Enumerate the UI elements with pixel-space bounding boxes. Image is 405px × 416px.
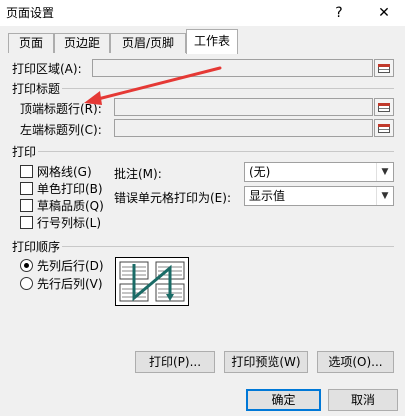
title-cols-label: 左端标题列(C): (20, 123, 102, 137)
tab-margins[interactable]: 页边距 (54, 33, 110, 54)
over-then-down-radio[interactable] (20, 277, 33, 290)
tab-sheet[interactable]: 工作表 (186, 29, 238, 54)
comments-dropdown[interactable]: (无) ▼ (244, 162, 394, 182)
options-button[interactable]: 选项(O)... (317, 351, 394, 373)
cell-errors-label: 错误单元格打印为(E): (114, 191, 231, 205)
print-titles-section-label: 打印标题 (12, 82, 61, 96)
page-order-separator (62, 246, 394, 247)
print-preview-button[interactable]: 打印预览(W) (224, 351, 308, 373)
page-order-section-label: 打印顺序 (12, 240, 61, 254)
draft-quality-label: 草稿品质(Q) (37, 199, 104, 213)
black-white-label: 单色打印(B) (37, 182, 103, 196)
close-button[interactable]: ✕ (365, 0, 403, 26)
comments-value: (无) (249, 165, 271, 179)
help-button[interactable]: ? (320, 0, 358, 26)
down-then-over-label: 先列后行(D) (37, 259, 104, 273)
print-section-label: 打印 (12, 145, 37, 159)
page-order-diagram-icon (119, 261, 185, 302)
title-cols-select-button[interactable] (374, 119, 394, 137)
page-order-preview (115, 257, 189, 306)
ok-button[interactable]: 确定 (246, 389, 321, 411)
comments-label: 批注(M): (114, 167, 162, 181)
row-col-headers-label: 行号列标(L) (37, 216, 102, 230)
down-then-over-radio[interactable] (20, 259, 33, 272)
print-separator (38, 151, 394, 152)
title-rows-select-button[interactable] (374, 98, 394, 116)
row-col-headers-checkbox[interactable] (20, 216, 33, 229)
chevron-down-icon: ▼ (376, 163, 393, 181)
cancel-button[interactable]: 取消 (328, 389, 398, 411)
draft-quality-checkbox[interactable] (20, 199, 33, 212)
dialog-title: 页面设置 (6, 6, 55, 20)
tab-page[interactable]: 页面 (8, 33, 54, 54)
title-cols-input[interactable] (114, 119, 373, 137)
cell-errors-value: 显示值 (249, 189, 286, 203)
black-white-checkbox[interactable] (20, 182, 33, 195)
gridlines-label: 网格线(G) (37, 165, 92, 179)
print-button[interactable]: 打印(P)... (135, 351, 215, 373)
annotation-arrow-icon (84, 66, 222, 105)
tab-header-footer[interactable]: 页眉/页脚 (110, 33, 186, 54)
over-then-down-label: 先行后列(V) (37, 277, 103, 291)
gridlines-checkbox[interactable] (20, 165, 33, 178)
print-area-label: 打印区域(A): (12, 62, 82, 76)
chevron-down-icon: ▼ (376, 187, 393, 205)
print-area-select-button[interactable] (374, 59, 394, 77)
cell-errors-dropdown[interactable]: 显示值 ▼ (244, 186, 394, 206)
